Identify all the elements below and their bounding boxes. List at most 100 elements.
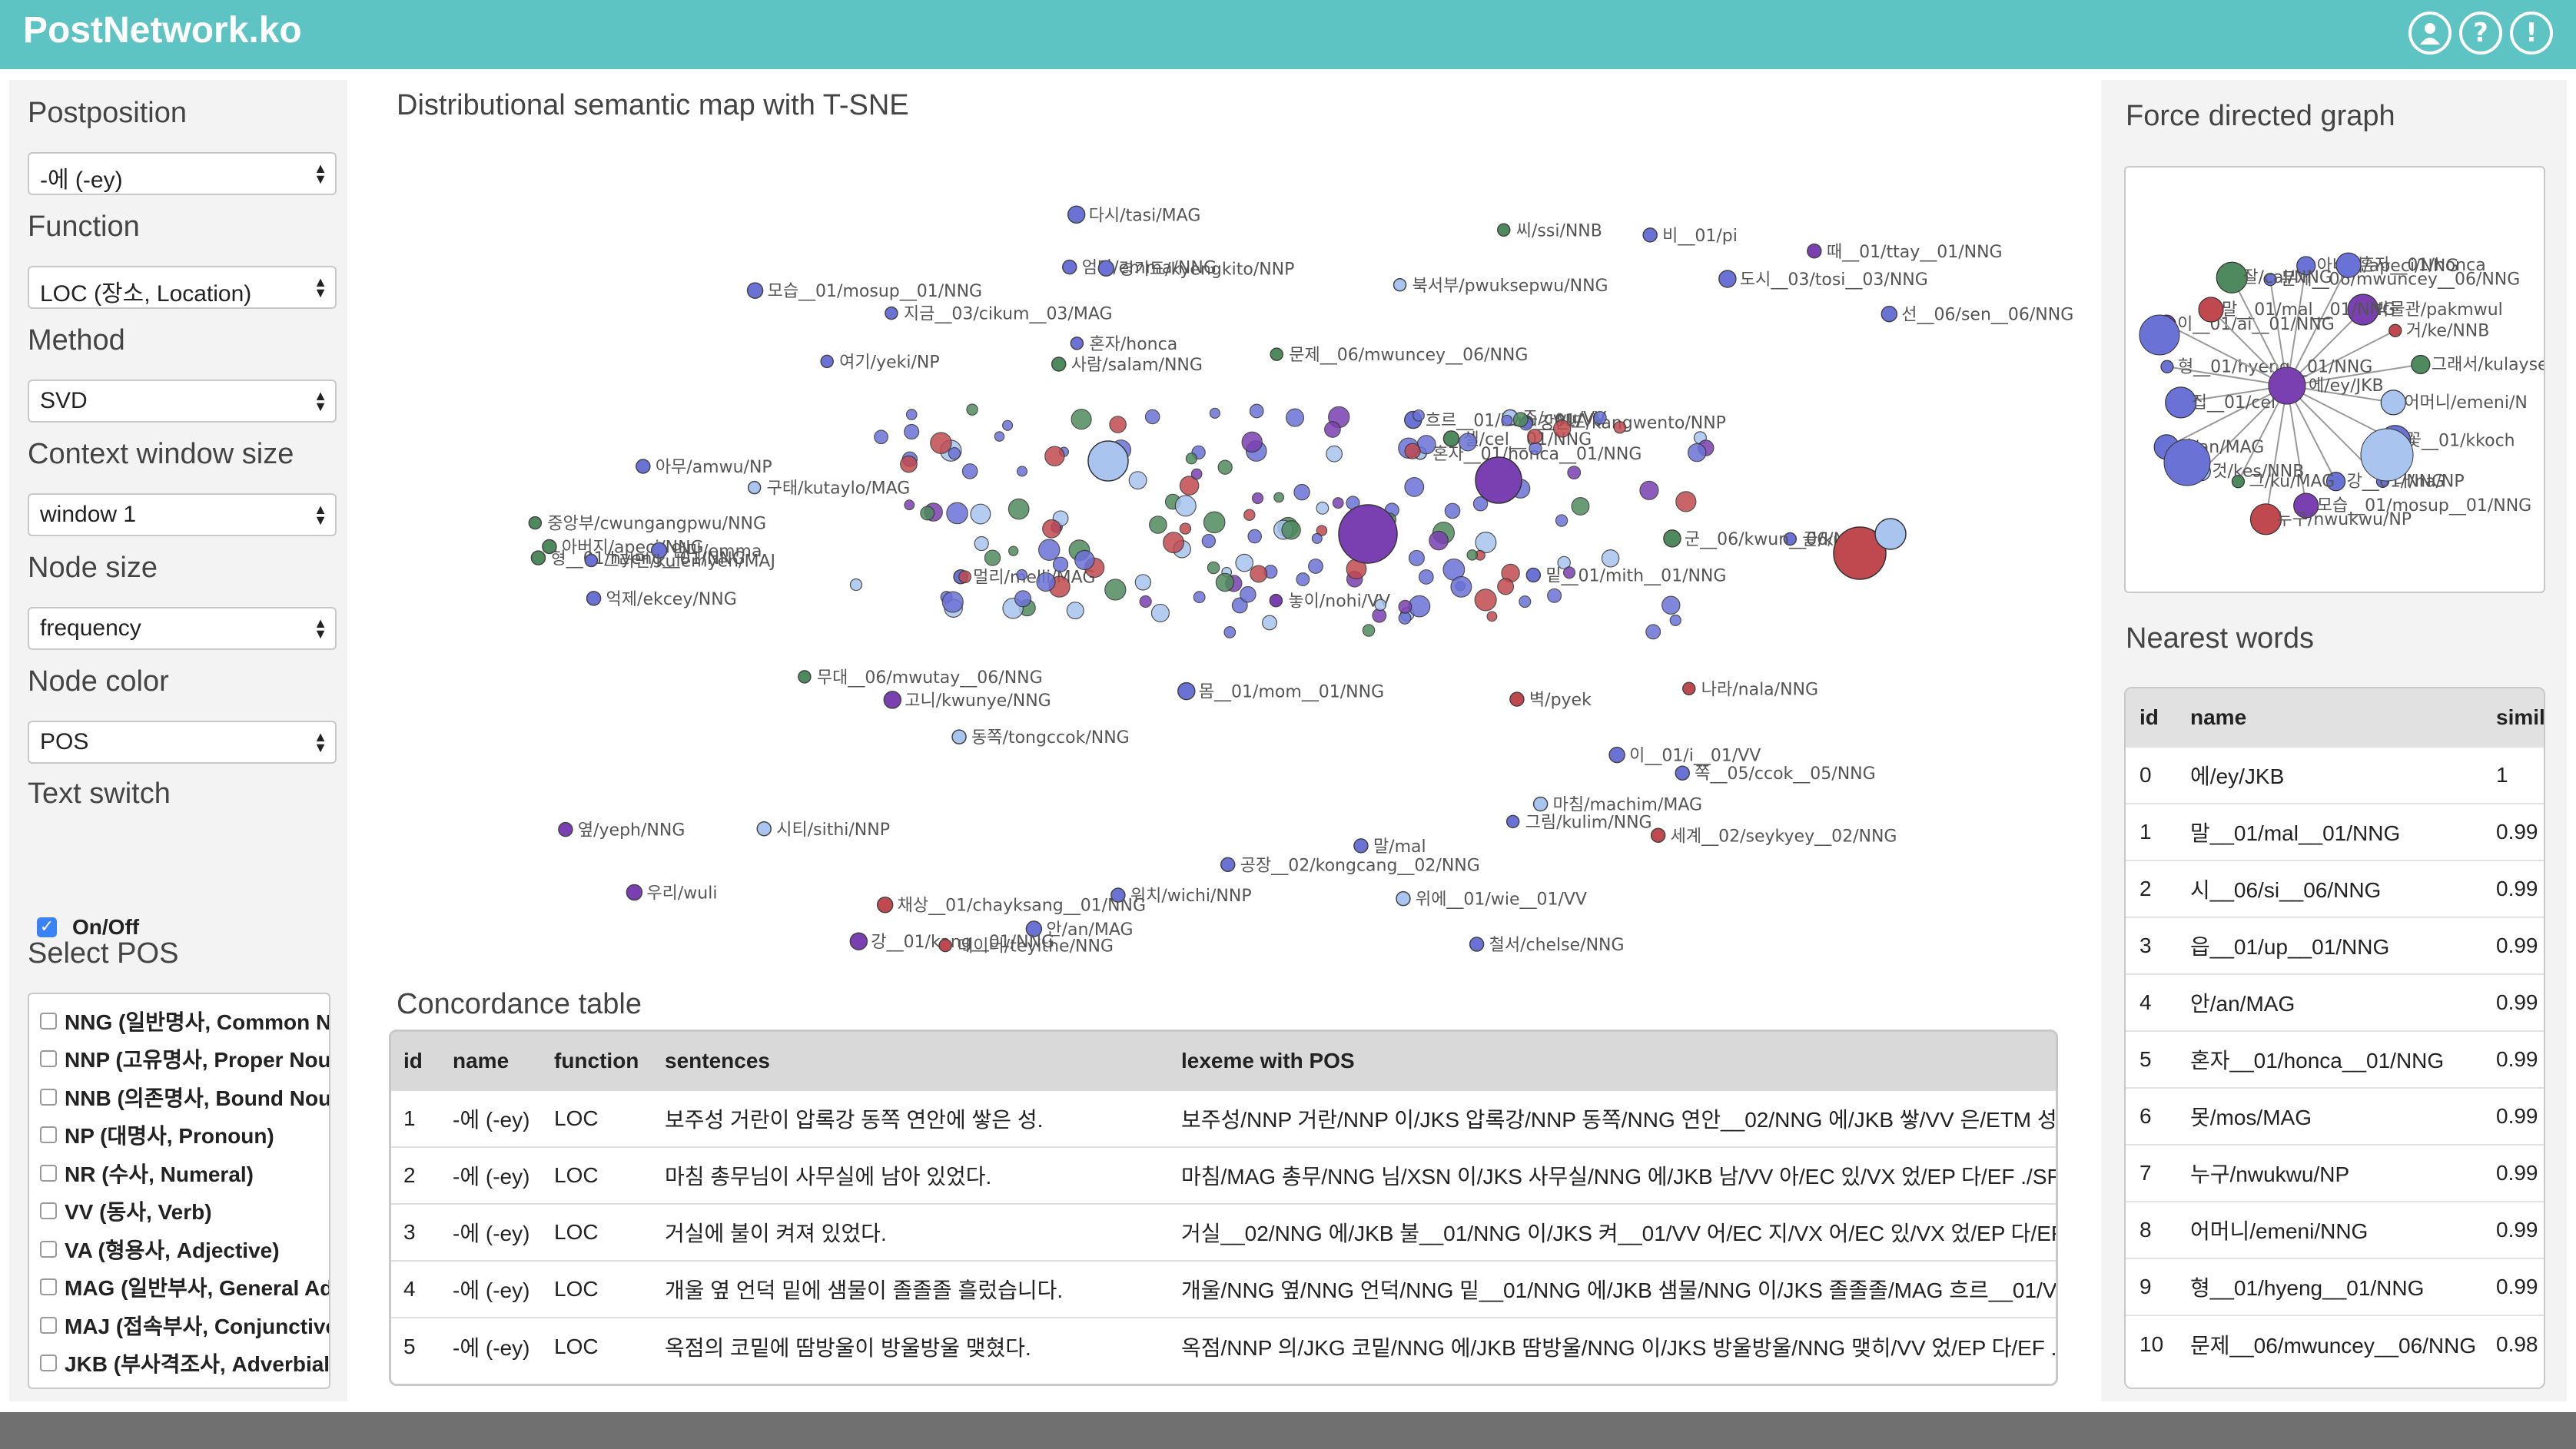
tsne-node-dot[interactable]: [530, 550, 546, 565]
table-row[interactable]: 10 문제__06/mwuncey__06/NNG 0.98: [2126, 1315, 2544, 1372]
tsne-cluster-dot[interactable]: [1444, 502, 1461, 519]
node-size-select[interactable]: frequency ▲ ▼: [28, 607, 337, 650]
tsne-cluster-dot[interactable]: [1217, 459, 1233, 475]
tsne-node-dot[interactable]: [1608, 746, 1625, 764]
tsne-cluster-dot[interactable]: [958, 570, 971, 584]
tsne-cluster-dot[interactable]: [1281, 520, 1301, 540]
tsne-cluster-dot[interactable]: [1014, 590, 1032, 608]
tsne-node[interactable]: 이__01/i__01/VV: [1608, 746, 1761, 766]
tsne-node-dot[interactable]: [938, 938, 952, 953]
table-row[interactable]: 5 -에 (-ey) LOC 옥점의 코밑에 땀방울이 방울방울 맺혔다. 옥점/NNP…: [391, 1317, 2056, 1374]
tsne-cluster-dot[interactable]: [1661, 595, 1681, 615]
tsne-node-dot[interactable]: [1497, 223, 1511, 237]
pos-item[interactable]: NNB (의존명사, Bound Noun): [29, 1078, 329, 1116]
tsne-node[interactable]: 때__01/ttay__01/NNG: [1807, 243, 2003, 262]
tsne-node[interactable]: 말/mal: [1353, 837, 1426, 857]
column-header[interactable]: similarity: [2482, 688, 2544, 747]
tsne-cluster-dot[interactable]: [1071, 409, 1092, 430]
table-row[interactable]: 6 못/mos/MAG 0.99: [2126, 1087, 2544, 1145]
checkbox-icon[interactable]: [40, 1164, 57, 1182]
tsne-cluster-dot[interactable]: [1241, 431, 1263, 453]
tsne-cluster-dot[interactable]: [1016, 466, 1028, 477]
tsne-node-dot[interactable]: [1525, 567, 1542, 583]
tsne-cluster-dot[interactable]: [1149, 516, 1167, 534]
tsne-cluster-dot[interactable]: [1519, 595, 1532, 608]
tsne-node-dot[interactable]: [1220, 857, 1236, 873]
pos-item[interactable]: JKB (부사격조사, Adverbial Case Marker): [29, 1345, 329, 1383]
tsne-cluster-dot[interactable]: [1567, 466, 1582, 479]
tsne-cluster-dot[interactable]: [1273, 492, 1284, 503]
tsne-cluster-dot[interactable]: [1201, 533, 1217, 549]
checkbox-icon[interactable]: [40, 1126, 57, 1144]
tsne-node[interactable]: 다시/tasi/MAG: [1067, 205, 1201, 225]
tsne-cluster-dot[interactable]: [1332, 497, 1344, 509]
tsne-cluster-dot[interactable]: [1223, 626, 1237, 638]
tsne-cluster-dot[interactable]: [1412, 409, 1425, 422]
tsne-cluster-dot[interactable]: [1134, 574, 1152, 591]
tsne-cluster-dot[interactable]: [1104, 579, 1127, 601]
tsne-highlight-node[interactable]: [1338, 504, 1398, 564]
tsne-node[interactable]: 우리/wuli: [626, 884, 717, 903]
tsne-node-dot[interactable]: [1269, 593, 1283, 608]
tsne-node-dot[interactable]: [636, 459, 651, 474]
graph-node[interactable]: [2335, 252, 2362, 278]
tsne-node[interactable]: 나라/nala/NNG: [1682, 680, 1818, 699]
tsne-node[interactable]: 세계__02/seykyey__02/NNG: [1650, 827, 1897, 846]
tsne-cluster-dot[interactable]: [1450, 575, 1472, 598]
tsne-cluster-dot[interactable]: [1501, 414, 1513, 426]
bottom-scrollbar[interactable]: [0, 1412, 2576, 1449]
tsne-node-dot[interactable]: [1650, 827, 1666, 844]
tsne-cluster-dot[interactable]: [948, 447, 961, 460]
tsne-cluster-dot[interactable]: [900, 455, 918, 473]
tsne-node-dot[interactable]: [1353, 838, 1369, 854]
tsne-cluster-dot[interactable]: [1613, 420, 1627, 434]
tsne-cluster-dot[interactable]: [1163, 532, 1184, 554]
tsne-node-dot[interactable]: [558, 821, 573, 837]
tsne-cluster-dot[interactable]: [1235, 553, 1254, 572]
tsne-node[interactable]: 그러면/kulemyen/MAJ: [584, 552, 775, 572]
tsne-cluster-dot[interactable]: [1512, 412, 1529, 428]
tsne-cluster-dot[interactable]: [1250, 565, 1268, 583]
tsne-node-dot[interactable]: [584, 553, 599, 568]
tsne-node-dot[interactable]: [626, 884, 643, 901]
node-color-select[interactable]: POS ▲ ▼: [28, 721, 337, 764]
table-row[interactable]: 5 혼자__01/honca__01/NNG 0.99: [2126, 1030, 2544, 1088]
tsne-cluster-dot[interactable]: [1209, 407, 1220, 419]
tsne-node-dot[interactable]: [1070, 337, 1084, 350]
tsne-node[interactable]: 아무/amwu/NP: [636, 458, 772, 477]
function-select[interactable]: LOC (장소, Location) ▲ ▼: [28, 266, 337, 309]
tsne-node[interactable]: 고니/kwunye/NNG: [883, 691, 1051, 711]
tsne-cluster-dot[interactable]: [1285, 408, 1305, 427]
tsne-node-dot[interactable]: [876, 896, 894, 914]
tsne-cluster-dot[interactable]: [1639, 480, 1659, 500]
table-row[interactable]: 9 형__01/hyeng__01/NNG 0.99: [2126, 1258, 2544, 1315]
tsne-cluster-dot[interactable]: [1571, 497, 1590, 516]
graph-node[interactable]: [2198, 297, 2224, 323]
graph-node[interactable]: [2380, 390, 2406, 416]
tsne-cluster-dot[interactable]: [1016, 569, 1027, 581]
tsne-cluster-dot[interactable]: [1486, 611, 1498, 622]
tsne-node[interactable]: 비__01/pi: [1642, 227, 1738, 246]
column-header[interactable]: id: [391, 1032, 440, 1090]
tsne-cluster-dot[interactable]: [1066, 602, 1084, 620]
table-row[interactable]: 1 -에 (-ey) LOC 보주성 거란이 압록강 동쪽 연안에 쌓은 성. 보주성/…: [391, 1089, 2056, 1147]
graph-node[interactable]: [2411, 354, 2431, 375]
tsne-node-dot[interactable]: [1881, 305, 1898, 323]
column-header[interactable]: lexeme with POS: [1169, 1032, 2056, 1090]
graph-center-node[interactable]: [2268, 366, 2306, 405]
pos-item[interactable]: VA (형용사, Adjective): [29, 1230, 329, 1268]
tsne-cluster-dot[interactable]: [1475, 532, 1497, 554]
tsne-cluster-dot[interactable]: [1404, 476, 1425, 497]
tsne-cluster-dot[interactable]: [1249, 403, 1264, 419]
tsne-cluster-dot[interactable]: [1007, 545, 1019, 556]
tsne-node[interactable]: 지금__03/cikum__03/MAG: [885, 305, 1113, 324]
tsne-node[interactable]: 경기도/kyengkito/NNP: [1097, 260, 1294, 279]
column-header[interactable]: function: [542, 1032, 652, 1090]
tsne-node[interactable]: 쪽__05/ccok__05/NNG: [1675, 764, 1876, 784]
tsne-node-dot[interactable]: [951, 729, 967, 744]
tsne-node[interactable]: 억제/ekcey/NNG: [586, 590, 737, 609]
tsne-cluster-dot[interactable]: [1372, 608, 1387, 623]
tsne-cluster-dot[interactable]: [849, 578, 863, 592]
tsne-cluster-dot[interactable]: [1326, 445, 1343, 463]
tsne-cluster-dot[interactable]: [1215, 572, 1235, 592]
